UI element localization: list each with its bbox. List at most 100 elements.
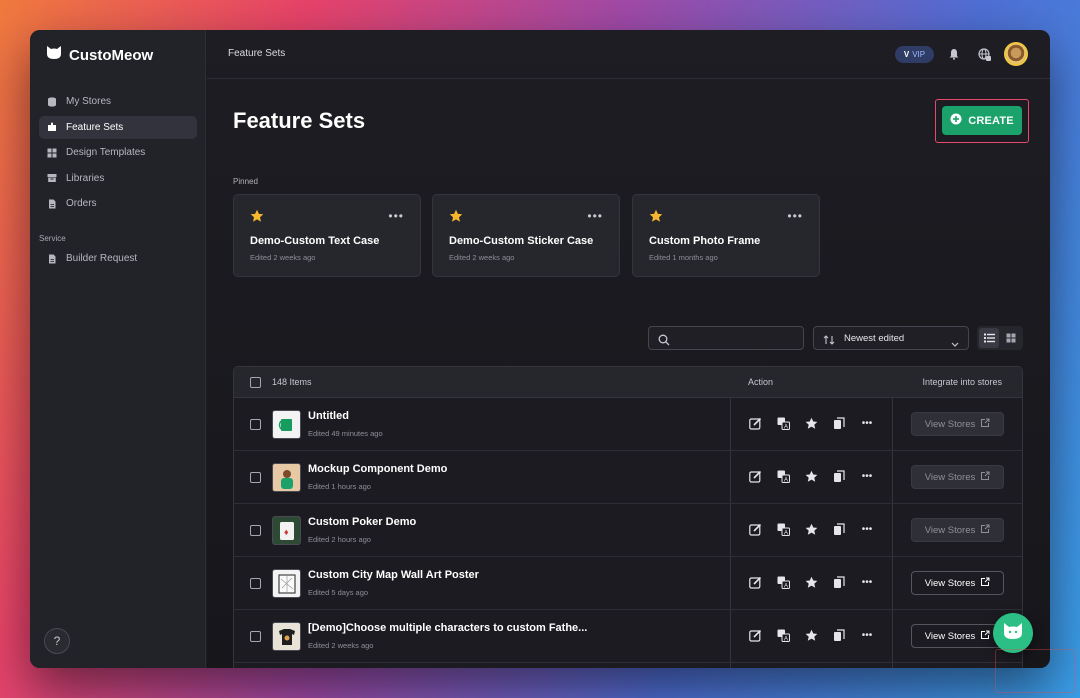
edit-icon[interactable]: [748, 469, 762, 483]
star-icon[interactable]: [649, 209, 663, 228]
pinned-label: Pinned: [233, 177, 258, 186]
sidebar-item-builder-request[interactable]: Builder Request: [39, 247, 197, 270]
vip-badge[interactable]: V VIP: [895, 46, 934, 63]
vip-mark-icon: V: [903, 50, 910, 59]
edit-icon[interactable]: [748, 522, 762, 536]
external-link-icon: [980, 524, 990, 537]
search-input[interactable]: [648, 326, 804, 350]
translate-icon[interactable]: A: [776, 575, 790, 589]
edit-icon[interactable]: [748, 575, 762, 589]
table-row[interactable]: ♦ Custom Poker Demo Edited 2 hours ago A…: [234, 504, 1022, 557]
bell-icon[interactable]: [947, 47, 961, 61]
row-checkbox[interactable]: [250, 631, 261, 642]
svg-text:A: A: [784, 583, 788, 589]
table-row[interactable]: [Demo]Choose multiple characters to cust…: [234, 610, 1022, 663]
duplicate-icon[interactable]: [832, 522, 846, 536]
view-stores-button[interactable]: View Stores: [911, 465, 1004, 489]
star-icon[interactable]: [804, 628, 818, 642]
row-actions: A •••: [748, 575, 874, 589]
view-stores-label: View Stores: [924, 471, 976, 483]
more-icon[interactable]: •••: [860, 575, 874, 589]
row-subtitle: Edited 5 days ago: [308, 588, 369, 597]
brand[interactable]: CustoMeow: [46, 45, 153, 65]
svg-text:A: A: [784, 636, 788, 642]
feature-sets-table: 148 Items Action Integrate into stores U…: [233, 366, 1023, 668]
star-icon[interactable]: [804, 416, 818, 430]
view-stores-button[interactable]: View Stores: [911, 624, 1004, 648]
star-icon[interactable]: [804, 522, 818, 536]
edit-icon[interactable]: [748, 416, 762, 430]
list-view-icon[interactable]: [979, 328, 999, 348]
sidebar-item-label: Orders: [66, 198, 97, 210]
star-icon[interactable]: [449, 209, 463, 228]
pinned-card[interactable]: ••• Custom Photo Frame Edited 1 months a…: [632, 194, 820, 277]
sidebar-item-orders[interactable]: Orders: [39, 192, 197, 215]
duplicate-icon[interactable]: [832, 469, 846, 483]
sort-select[interactable]: Newest edited: [813, 326, 969, 350]
more-icon[interactable]: •••: [860, 522, 874, 536]
view-stores-label: View Stores: [924, 524, 976, 536]
more-icon[interactable]: •••: [388, 209, 404, 223]
pinned-card[interactable]: ••• Demo-Custom Sticker Case Edited 2 we…: [432, 194, 620, 277]
thumbnail-image: [272, 569, 301, 598]
create-button[interactable]: CREATE: [942, 106, 1022, 135]
grid-icon: [47, 148, 57, 158]
star-icon[interactable]: [250, 209, 264, 228]
sort-value: Newest edited: [844, 333, 905, 344]
select-all-checkbox[interactable]: [250, 377, 261, 388]
more-icon[interactable]: •••: [787, 209, 803, 223]
duplicate-icon[interactable]: [832, 628, 846, 642]
svg-text:♦: ♦: [284, 527, 289, 537]
pinned-card[interactable]: ••• Demo-Custom Text Case Edited 2 weeks…: [233, 194, 421, 277]
create-label: CREATE: [968, 114, 1014, 127]
more-icon[interactable]: •••: [860, 469, 874, 483]
chat-cat-button[interactable]: [993, 613, 1033, 653]
database-icon: [47, 96, 57, 107]
row-actions: A •••: [748, 628, 874, 642]
duplicate-icon[interactable]: [832, 575, 846, 589]
language-icon[interactable]: [977, 47, 991, 61]
row-checkbox[interactable]: [250, 472, 261, 483]
avatar[interactable]: [1004, 42, 1028, 66]
star-icon[interactable]: [804, 469, 818, 483]
view-stores-label: View Stores: [924, 630, 976, 642]
row-actions: A •••: [748, 469, 874, 483]
row-checkbox[interactable]: [250, 578, 261, 589]
row-subtitle: Edited 2 weeks ago: [308, 641, 374, 650]
table-row[interactable]: Untitled Edited 49 minutes ago A ••• Vie…: [234, 398, 1022, 451]
table-row[interactable]: Mockup Component Demo Edited 1 hours ago…: [234, 451, 1022, 504]
grid-view-icon[interactable]: [1001, 328, 1021, 348]
row-checkbox[interactable]: [250, 419, 261, 430]
more-icon[interactable]: •••: [860, 416, 874, 430]
sidebar-item-libraries[interactable]: Libraries: [39, 167, 197, 190]
more-icon[interactable]: •••: [587, 209, 603, 223]
external-link-icon: [980, 471, 990, 484]
item-count: 148 Items: [272, 377, 312, 387]
sidebar-item-feature-sets[interactable]: Feature Sets: [39, 115, 197, 139]
sidebar-item-design-templates[interactable]: Design Templates: [39, 141, 197, 164]
row-name: Untitled: [308, 410, 349, 422]
translate-icon[interactable]: A: [776, 416, 790, 430]
translate-icon[interactable]: A: [776, 522, 790, 536]
duplicate-icon[interactable]: [832, 416, 846, 430]
view-stores-button[interactable]: View Stores: [911, 571, 1004, 595]
sidebar-item-my-stores[interactable]: My Stores: [39, 90, 197, 113]
more-icon[interactable]: •••: [860, 628, 874, 642]
cat-icon: [1002, 621, 1024, 646]
row-checkbox[interactable]: [250, 525, 261, 536]
sidebar-nav: My Stores Feature Sets Design Templates …: [39, 90, 197, 218]
translate-icon[interactable]: A: [776, 628, 790, 642]
thumbnail-image: ♦: [272, 516, 301, 545]
translate-icon[interactable]: A: [776, 469, 790, 483]
view-stores-button[interactable]: View Stores: [911, 518, 1004, 542]
sidebar: CustoMeow My Stores Feature Sets Design …: [30, 30, 206, 668]
help-button[interactable]: ?: [44, 628, 70, 654]
row-name: Custom City Map Wall Art Poster: [308, 569, 479, 581]
plus-circle-icon: [950, 113, 962, 128]
sidebar-item-label: My Stores: [66, 96, 112, 107]
external-link-icon: [980, 630, 990, 643]
table-row[interactable]: Custom City Map Wall Art Poster Edited 5…: [234, 557, 1022, 610]
star-icon[interactable]: [804, 575, 818, 589]
view-stores-button[interactable]: View Stores: [911, 412, 1004, 436]
edit-icon[interactable]: [748, 628, 762, 642]
